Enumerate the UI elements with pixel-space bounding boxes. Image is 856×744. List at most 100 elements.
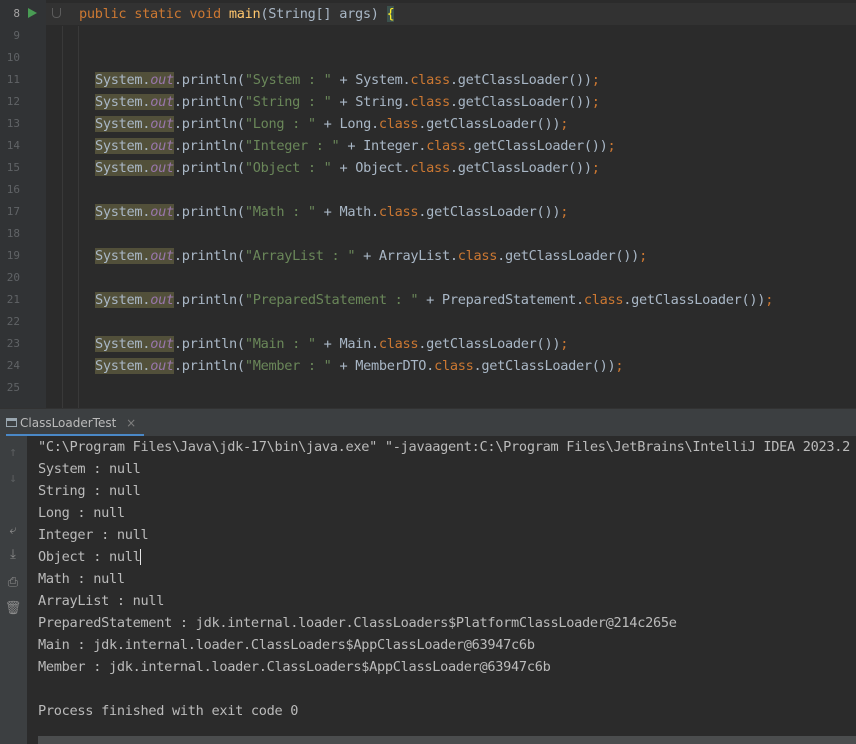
code-token: "Main : " bbox=[244, 336, 316, 352]
code-token: .getClassLoader()) bbox=[473, 358, 616, 374]
code-token: .getClassLoader()) bbox=[449, 94, 592, 110]
code-token: + MemberDTO. bbox=[331, 358, 435, 374]
line-number: 10 bbox=[6, 51, 20, 64]
line-number: 24 bbox=[6, 359, 20, 372]
horizontal-scrollbar[interactable] bbox=[38, 736, 856, 744]
system-out-ref: System.out bbox=[95, 358, 174, 374]
system-out-ref: System.out bbox=[95, 248, 174, 264]
code-token: class bbox=[410, 160, 450, 176]
line-number: 14 bbox=[6, 139, 20, 152]
console-line: Math : null bbox=[38, 571, 125, 587]
code-token: "String : " bbox=[244, 94, 332, 110]
code-line[interactable]: System.out.println("String : " + String.… bbox=[95, 91, 600, 113]
line-number: 20 bbox=[6, 271, 20, 284]
code-token: + System. bbox=[331, 72, 411, 88]
line-number: 23 bbox=[6, 337, 20, 350]
code-line[interactable]: System.out.println("System : " + System.… bbox=[95, 69, 600, 91]
console-icon bbox=[6, 418, 17, 427]
line-number: 25 bbox=[6, 381, 20, 394]
line-number-gutter[interactable]: 8 9 10 11 12 13 14 15 16 17 18 19 20 21 22 23 24 25 bbox=[0, 0, 46, 408]
code-token: + PreparedStatement. bbox=[418, 292, 584, 308]
code-token: "Long : " bbox=[244, 116, 316, 132]
code-token: "Object : " bbox=[244, 160, 332, 176]
code-token: ; bbox=[560, 204, 569, 220]
code-line[interactable]: System.out.println("Long : " + Long.clas… bbox=[95, 113, 568, 135]
code-token: { bbox=[386, 6, 395, 22]
run-tab[interactable]: ClassLoaderTest × bbox=[6, 409, 145, 437]
code-token: ; bbox=[639, 248, 647, 264]
line-number: 21 bbox=[6, 293, 20, 306]
code-token: ; bbox=[591, 72, 600, 88]
code-token: "ArrayList : " bbox=[244, 248, 356, 264]
code-line[interactable]: System.out.println("ArrayList : " + Arra… bbox=[95, 245, 647, 267]
code-line[interactable]: System.out.println("Member : " + MemberD… bbox=[95, 355, 624, 377]
system-out-ref: System.out bbox=[95, 116, 174, 132]
code-line[interactable]: System.out.println("PreparedStatement : … bbox=[95, 289, 773, 311]
code-token: + Main. bbox=[315, 336, 380, 352]
fold-marker-icon[interactable] bbox=[52, 8, 61, 18]
code-token: main bbox=[228, 6, 261, 22]
system-out-ref: System.out bbox=[95, 94, 174, 110]
run-tool-window: ClassLoaderTest × ↑ ↓ ⤶ ⤓ ⎙ 🗑 "C:\Program Fil… bbox=[0, 408, 856, 744]
code-token: + Long. bbox=[315, 116, 380, 132]
code-token: class bbox=[378, 336, 419, 352]
code-token: class bbox=[378, 204, 419, 220]
run-tool-header: ClassLoaderTest × bbox=[0, 408, 856, 437]
code-token: .getClassLoader()) bbox=[449, 72, 592, 88]
code-token: .getClassLoader()) bbox=[418, 336, 561, 352]
code-token: .println( bbox=[173, 94, 245, 110]
soft-wrap-icon[interactable]: ⤶ bbox=[4, 522, 22, 540]
code-token: .getClassLoader()) bbox=[418, 116, 561, 132]
trash-icon[interactable]: 🗑 bbox=[4, 600, 22, 618]
code-line[interactable]: System.out.println("Object : " + Object.… bbox=[95, 157, 600, 179]
scroll-to-end-icon[interactable]: ⤓ bbox=[4, 546, 22, 564]
code-token: ; bbox=[607, 138, 616, 154]
print-icon[interactable]: ⎙ bbox=[4, 574, 22, 592]
code-token: .getClassLoader()) bbox=[449, 160, 592, 176]
run-gutter-icon[interactable] bbox=[28, 8, 37, 18]
code-token: .println( bbox=[173, 248, 245, 264]
code-token: ; bbox=[765, 292, 774, 308]
text-caret bbox=[139, 549, 141, 565]
code-token: "Math : " bbox=[244, 204, 316, 220]
code-line[interactable]: public static void main(String[] args) { bbox=[79, 3, 395, 25]
code-token: .getClassLoader()) bbox=[623, 292, 766, 308]
arrow-up-icon[interactable]: ↑ bbox=[4, 444, 22, 462]
code-token: + Integer. bbox=[339, 138, 427, 154]
code-editor[interactable]: 8 9 10 11 12 13 14 15 16 17 18 19 20 21 22 23 24 25 publi… bbox=[0, 0, 856, 408]
console-command-line: "C:\Program Files\Java\jdk-17\bin\java.e… bbox=[38, 439, 851, 455]
code-token: public static void bbox=[79, 6, 229, 22]
console-output[interactable]: "C:\Program Files\Java\jdk-17\bin\java.e… bbox=[27, 436, 856, 744]
code-token: ; bbox=[591, 94, 600, 110]
code-token: ; bbox=[560, 336, 569, 352]
code-line[interactable]: System.out.println("Main : " + Main.clas… bbox=[95, 333, 568, 355]
close-icon[interactable]: × bbox=[126, 416, 136, 430]
console-line: Object : null bbox=[38, 549, 141, 565]
code-token: class bbox=[434, 358, 474, 374]
code-token: .println( bbox=[173, 336, 245, 352]
code-line[interactable]: System.out.println("Integer : " + Intege… bbox=[95, 135, 616, 157]
line-number: 16 bbox=[6, 183, 20, 196]
line-number: 17 bbox=[6, 205, 20, 218]
code-token: .getClassLoader()) bbox=[418, 204, 561, 220]
code-token: "System : " bbox=[244, 72, 332, 88]
system-out-ref: System.out bbox=[95, 160, 174, 176]
console-line: Process finished with exit code 0 bbox=[38, 703, 299, 719]
code-token: + Object. bbox=[331, 160, 411, 176]
code-token: + Math. bbox=[315, 204, 380, 220]
system-out-ref: System.out bbox=[95, 336, 174, 352]
code-token: .println( bbox=[173, 292, 245, 308]
code-line[interactable]: System.out.println("Math : " + Math.clas… bbox=[95, 201, 568, 223]
line-number: 11 bbox=[6, 73, 20, 86]
console-line: PreparedStatement : jdk.internal.loader.… bbox=[38, 615, 677, 631]
code-token: class bbox=[410, 72, 450, 88]
code-token: .println( bbox=[173, 72, 245, 88]
system-out-ref: System.out bbox=[95, 138, 174, 154]
console-line: Integer : null bbox=[38, 527, 149, 543]
code-token: (String[] args) bbox=[260, 6, 387, 22]
code-token: class bbox=[583, 292, 624, 308]
code-token: "PreparedStatement : " bbox=[244, 292, 419, 308]
code-token: class bbox=[457, 248, 498, 264]
arrow-down-icon[interactable]: ↓ bbox=[4, 470, 22, 488]
run-toolstrip: ↑ ↓ ⤶ ⤓ ⎙ 🗑 bbox=[0, 436, 27, 744]
